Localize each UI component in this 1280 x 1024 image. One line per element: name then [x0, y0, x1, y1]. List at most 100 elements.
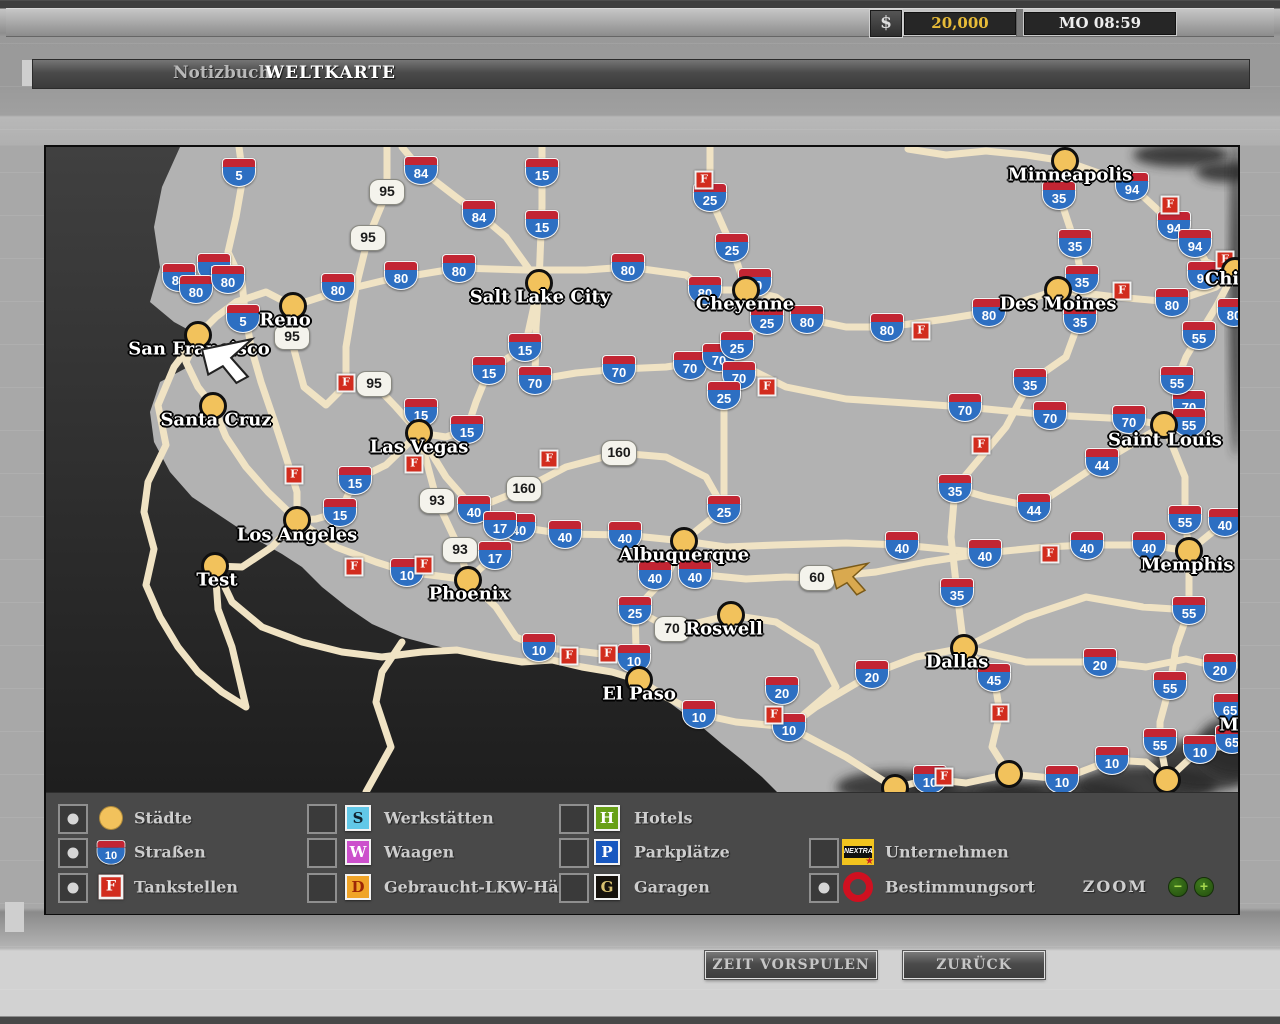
topbar-divider [1016, 9, 1023, 36]
us-route-shield: 93 [419, 488, 455, 514]
interstate-shield-band [1153, 671, 1187, 680]
legend-checkbox-hotels[interactable] [559, 804, 589, 834]
interstate-shield: 25 [618, 596, 652, 624]
map-viewport[interactable]: 9595959593931601606070555848415151515151… [46, 147, 1238, 792]
city-label[interactable]: Los Angeles [237, 525, 358, 546]
back-button[interactable]: ZURÜCK [903, 951, 1045, 979]
fuel-station-icon: F [540, 450, 559, 469]
interstate-shield: 94 [1178, 229, 1212, 257]
city-label[interactable]: Dallas [926, 652, 989, 673]
interstate-shield: 80 [790, 305, 824, 333]
interstate-shield-band [938, 474, 972, 483]
interstate-shield: 40 [885, 531, 919, 559]
interstate-shield-band [404, 398, 438, 407]
legend-checkbox-strassen[interactable] [58, 838, 88, 868]
interstate-shield: 70 [948, 393, 982, 421]
legend-checkbox-gebraucht-lkw[interactable] [307, 873, 337, 903]
fast-forward-time-button[interactable]: ZEIT VORSPULEN [705, 951, 877, 979]
waagen-icon: W [345, 839, 371, 865]
legend-label-staedte: Städte [134, 809, 192, 828]
interstate-shield-band [948, 393, 982, 402]
interstate-shield-band [1208, 508, 1238, 517]
interstate-shield-number: 25 [693, 192, 727, 212]
city-label[interactable]: Phoenix [429, 584, 510, 605]
interstate-shield-band [618, 596, 652, 605]
interstate-shield-band [508, 333, 542, 342]
interstate-shield-number: 70 [518, 375, 552, 395]
fuel-station-icon: F [599, 645, 618, 664]
interstate-shield-band [162, 263, 196, 272]
legend-label-strassen: Straßen [134, 843, 206, 862]
legend-checkbox-waagen[interactable] [307, 838, 337, 868]
city-label[interactable]: Las Vegas [370, 437, 469, 458]
interstate-shield-number: 10 [1095, 755, 1129, 775]
interstate-shield-band [478, 541, 512, 550]
interstate-shield-number: 84 [462, 209, 496, 229]
interstate-shield-number: 25 [715, 242, 749, 262]
interstate-shield: 15 [338, 466, 372, 494]
city-label[interactable]: M [1219, 715, 1238, 736]
interstate-shield-number: 70 [602, 364, 636, 384]
city-label[interactable]: Cheyenne [696, 294, 794, 315]
legend-checkbox-tankstellen[interactable] [58, 873, 88, 903]
interstate-shield: 15 [323, 498, 357, 526]
zoom-label: ZOOM [1083, 877, 1148, 896]
us-route-shield: 160 [601, 440, 637, 466]
city-dot[interactable] [995, 760, 1023, 788]
interstate-shield-number: 70 [1033, 410, 1067, 430]
city-label[interactable]: Reno [259, 310, 311, 331]
interstate-shield-band [688, 276, 722, 285]
time-display: MO 08:59 [1024, 12, 1176, 35]
legend-label-parkplaetze: Parkplätze [634, 843, 730, 862]
interstate-shield: 80 [611, 253, 645, 281]
us-route-shield: 160 [506, 476, 542, 502]
interstate-shield-number: 25 [720, 340, 754, 360]
interstate-shield-number: 20 [765, 685, 799, 705]
city-label[interactable]: Des Moines [1000, 294, 1117, 315]
zoom-in-button[interactable]: + [1194, 877, 1214, 897]
interstate-shield-number: 20 [855, 669, 889, 689]
interstate-shield-band [715, 233, 749, 242]
interstate-shield: 15 [508, 333, 542, 361]
city-dot[interactable] [1153, 766, 1181, 792]
interstate-shield-number: 55 [1153, 680, 1187, 700]
interstate-shield: 10 [1095, 746, 1129, 774]
interstate-shield-band [1160, 366, 1194, 375]
interstate-shield-band [855, 660, 889, 669]
city-label[interactable]: Albuquerque [619, 545, 749, 566]
city-label[interactable]: Test [196, 570, 237, 591]
city-label[interactable]: Santa Cruz [160, 410, 271, 431]
interstate-shield: 55 [1172, 596, 1206, 624]
legend-checkbox-unternehmen[interactable] [809, 838, 839, 868]
city-label[interactable]: Salt Lake City [470, 287, 611, 308]
interstate-shield: 15 [472, 356, 506, 384]
legend-checkbox-garagen[interactable] [559, 873, 589, 903]
interstate-shield-band [1083, 648, 1117, 657]
zoom-out-button[interactable]: − [1168, 877, 1188, 897]
interstate-shield: 10 [1045, 765, 1079, 792]
company-logo-star: ★ [865, 856, 874, 867]
city-label[interactable]: Saint Louis [1108, 430, 1222, 451]
interstate-shield: 25 [707, 381, 741, 409]
fuel-station-icon: F [765, 706, 784, 725]
city-label[interactable]: Chi [1205, 269, 1238, 290]
money-icon: $ [870, 10, 902, 37]
legend-checkbox-parkplaetze[interactable] [559, 838, 589, 868]
city-label[interactable]: Roswell [685, 619, 763, 640]
interstate-shield-number: 15 [338, 475, 372, 495]
fuel-station-icon: F [991, 704, 1010, 723]
city-label[interactable]: Minneapolis [1008, 165, 1132, 186]
interstate-shield-band [548, 520, 582, 529]
interstate-shield-number: 35 [1063, 314, 1097, 334]
city-label[interactable]: El Paso [602, 684, 676, 705]
interstate-shield: 70 [602, 355, 636, 383]
legend-checkbox-werkstaetten[interactable] [307, 804, 337, 834]
legend-checkbox-staedte[interactable] [58, 804, 88, 834]
legend-checkbox-bestimmungsort[interactable] [809, 873, 839, 903]
interstate-shield-number: 65 [1215, 734, 1238, 754]
city-label[interactable]: Memphis [1140, 555, 1233, 576]
interstate-shield: 35 [938, 474, 972, 502]
parkplaetze-icon: P [594, 839, 620, 865]
checkbox-checked-dot [819, 883, 830, 894]
interstate-shield-number: 84 [404, 165, 438, 185]
